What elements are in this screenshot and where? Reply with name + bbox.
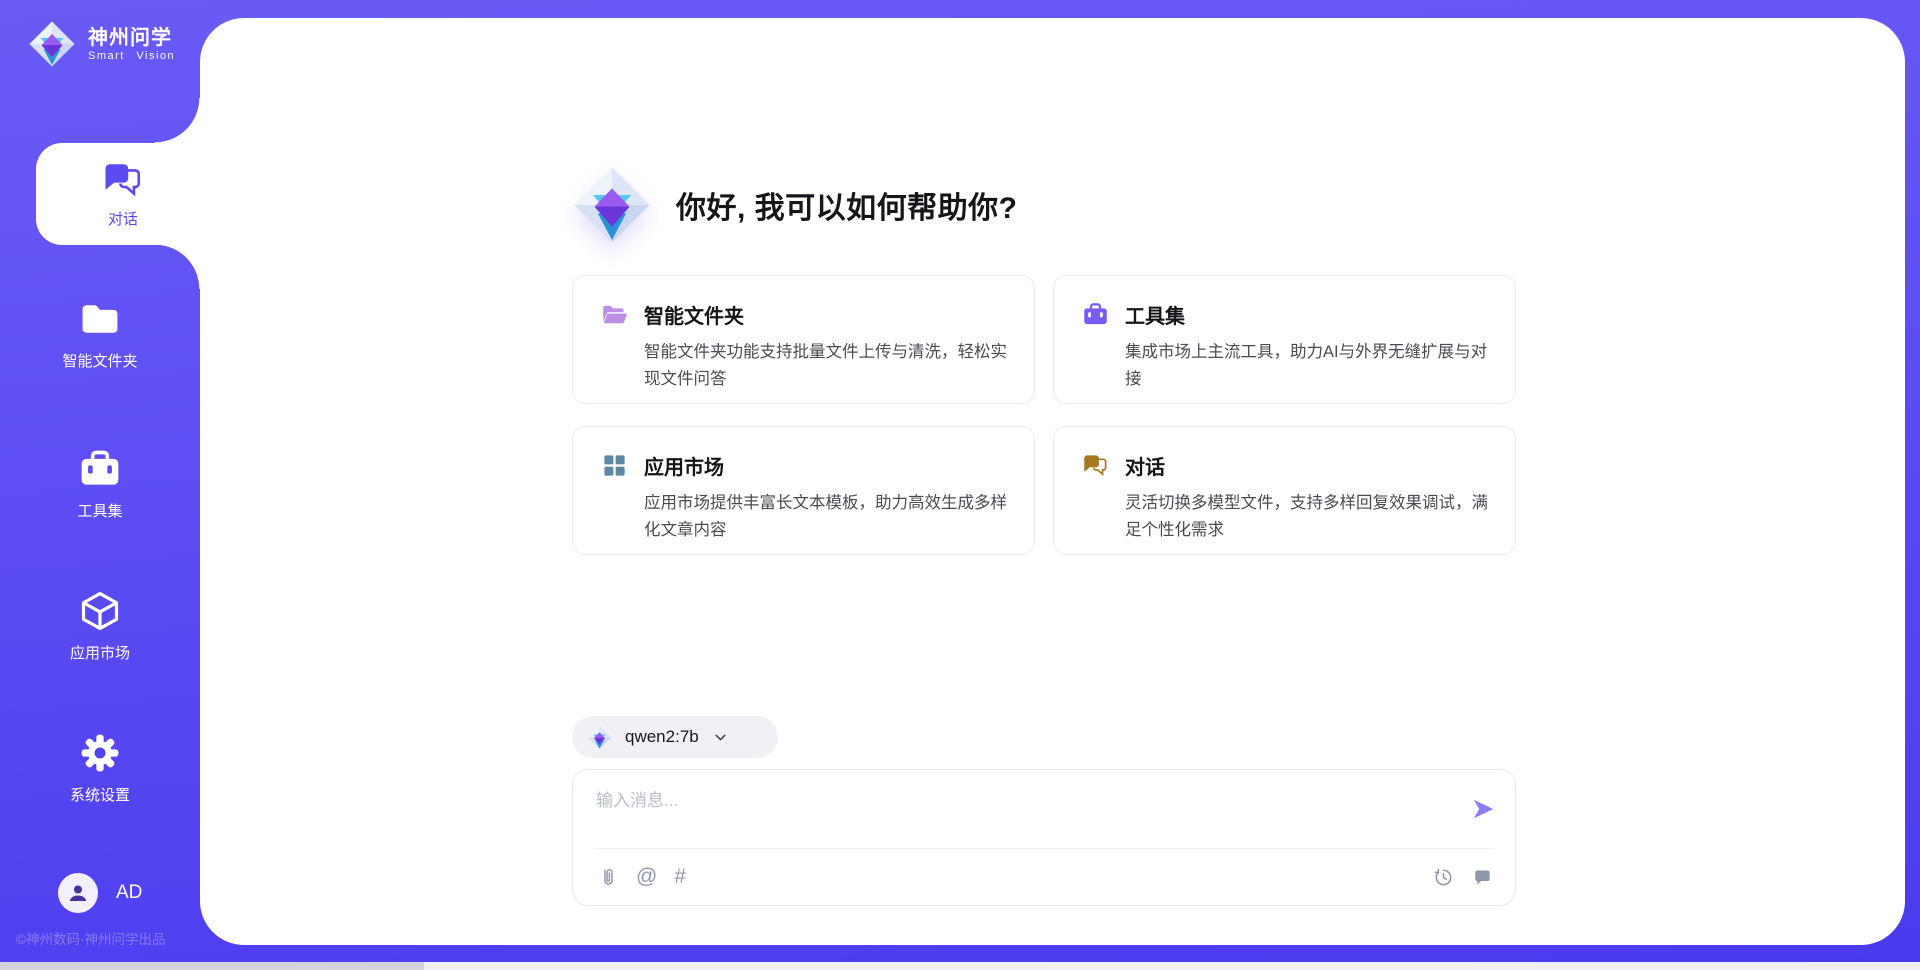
- cube-icon: [78, 589, 122, 633]
- sidebar-item-label: 系统设置: [70, 784, 130, 805]
- brand-subtitle: Smart Vision: [88, 50, 175, 62]
- card-title: 应用市场: [644, 451, 724, 480]
- sidebar-item-toolset[interactable]: 工具集: [0, 447, 200, 521]
- history-icon[interactable]: [1432, 866, 1454, 888]
- composer-divider: [593, 848, 1495, 849]
- paperclip-icon[interactable]: [597, 866, 619, 888]
- chat-bubble-icon[interactable]: [1471, 866, 1493, 888]
- card-description: 智能文件夹功能支持批量文件上传与清洗，轻松实现文件问答: [644, 339, 1008, 393]
- card-app-market[interactable]: 应用市场 应用市场提供丰富长文本模板，助力高效生成多样化文章内容: [572, 426, 1035, 555]
- gem-diamond-icon: [587, 725, 612, 750]
- scrollbar-thumb[interactable]: [0, 962, 424, 970]
- sidebar-item-label: 智能文件夹: [62, 350, 137, 371]
- send-arrow-icon: [1470, 796, 1496, 822]
- person-icon: [66, 881, 90, 905]
- chevron-down-icon: [712, 729, 729, 746]
- card-title: 智能文件夹: [644, 300, 744, 329]
- card-toolset[interactable]: 工具集 集成市场上主流工具，助力AI与外界无缝扩展与对接: [1053, 275, 1516, 404]
- user-account[interactable]: AD: [58, 873, 142, 913]
- message-input[interactable]: [596, 786, 1456, 838]
- sidebar-item-app-market[interactable]: 应用市场: [0, 589, 200, 663]
- user-name: AD: [116, 882, 142, 904]
- gem-diamond-icon: [28, 20, 76, 68]
- folder-icon: [78, 297, 122, 341]
- model-name: qwen2:7b: [625, 727, 699, 747]
- app-window: 你好, 我可以如何帮助你? 智能文件夹 智能文件夹功能支持批量文件上传与清洗，轻…: [0, 0, 1920, 970]
- greeting-title: 你好, 我可以如何帮助你?: [676, 183, 1018, 227]
- sidebar-item-label: 应用市场: [70, 642, 130, 663]
- brand-text: 神州问学 Smart Vision: [88, 27, 175, 62]
- horizontal-scrollbar[interactable]: [0, 962, 1920, 970]
- message-composer: @ #: [572, 769, 1516, 906]
- folder-open-icon: [601, 301, 628, 328]
- card-header: 智能文件夹: [601, 300, 1008, 329]
- sidebar-item-label: 对话: [108, 208, 138, 229]
- main-content: 你好, 我可以如何帮助你? 智能文件夹 智能文件夹功能支持批量文件上传与清洗，轻…: [572, 18, 1516, 945]
- welcome-hero: 你好, 我可以如何帮助你?: [572, 165, 1018, 245]
- card-title: 对话: [1125, 451, 1165, 480]
- brand-logo: 神州问学 Smart Vision: [28, 20, 175, 68]
- active-tab-fillet-bottom: [155, 244, 200, 289]
- card-description: 集成市场上主流工具，助力AI与外界无缝扩展与对接: [1125, 339, 1489, 393]
- sidebar-item-smart-folder[interactable]: 智能文件夹: [0, 297, 200, 371]
- main-panel: 你好, 我可以如何帮助你? 智能文件夹 智能文件夹功能支持批量文件上传与清洗，轻…: [200, 18, 1905, 945]
- copyright-footer: ©神州数码·神州问学出品: [16, 928, 165, 948]
- card-header: 对话: [1082, 451, 1489, 480]
- hash-icon[interactable]: #: [674, 866, 686, 888]
- active-tab-fillet-top: [155, 98, 200, 143]
- chat-icon: [102, 159, 144, 201]
- toolbox-icon: [1082, 301, 1109, 328]
- toolbox-icon: [78, 447, 122, 491]
- model-selector[interactable]: qwen2:7b: [572, 716, 778, 758]
- card-header: 应用市场: [601, 451, 1008, 480]
- card-description: 应用市场提供丰富长文本模板，助力高效生成多样化文章内容: [644, 490, 1008, 544]
- composer-toolbar: @ #: [597, 862, 1493, 892]
- sidebar-item-label: 工具集: [77, 500, 122, 521]
- sidebar-item-chat[interactable]: 对话: [36, 143, 210, 245]
- gem-diamond-icon: [572, 165, 652, 245]
- card-description: 灵活切换多模型文件，支持多样回复效果调试，满足个性化需求: [1125, 490, 1489, 544]
- card-header: 工具集: [1082, 300, 1489, 329]
- card-title: 工具集: [1125, 300, 1185, 329]
- brand-name: 神州问学: [88, 27, 175, 50]
- sidebar-item-system-settings[interactable]: 系统设置: [0, 731, 200, 805]
- gear-icon: [78, 731, 122, 775]
- chat-icon: [1082, 452, 1109, 479]
- send-button[interactable]: [1470, 796, 1496, 822]
- feature-cards: 智能文件夹 智能文件夹功能支持批量文件上传与清洗，轻松实现文件问答 工具集 集成…: [572, 275, 1516, 555]
- card-chat[interactable]: 对话 灵活切换多模型文件，支持多样回复效果调试，满足个性化需求: [1053, 426, 1516, 555]
- grid-icon: [601, 452, 628, 479]
- card-smart-folder[interactable]: 智能文件夹 智能文件夹功能支持批量文件上传与清洗，轻松实现文件问答: [572, 275, 1035, 404]
- at-icon[interactable]: @: [636, 866, 657, 888]
- avatar: [58, 873, 98, 913]
